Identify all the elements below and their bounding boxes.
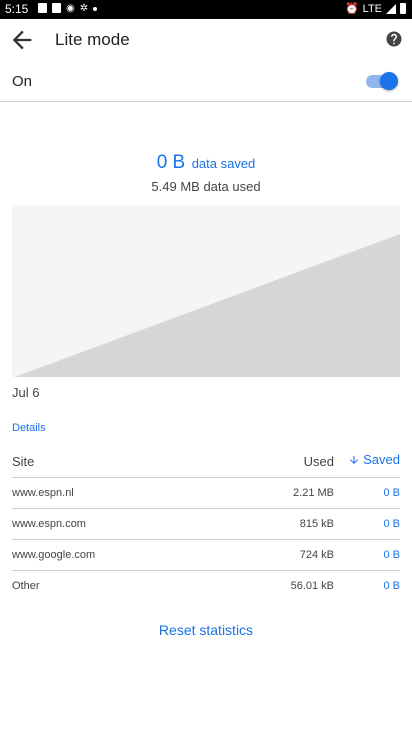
alarm-icon: ⏰ bbox=[344, 3, 359, 15]
row-used: 815 kB bbox=[299, 518, 334, 530]
notification-icons: ◉ ✲ bbox=[38, 3, 98, 14]
row-saved: 0 B bbox=[383, 580, 400, 592]
settings-icon: ✲ bbox=[79, 3, 89, 14]
lite-mode-switch[interactable] bbox=[364, 72, 398, 90]
row-site: www.espn.com bbox=[12, 518, 86, 530]
row-used: 724 kB bbox=[299, 549, 334, 561]
divider bbox=[0, 101, 412, 102]
table-row: Other 56.01 kB 0 B bbox=[0, 571, 412, 602]
reset-statistics-button[interactable]: Reset statistics bbox=[159, 622, 253, 638]
status-bar: 5:15 ◉ ✲ ⏰ LTE bbox=[0, 0, 412, 19]
row-used: 56.01 kB bbox=[290, 580, 334, 592]
calendar-icon bbox=[38, 3, 47, 13]
help-circle-icon bbox=[386, 31, 402, 47]
reset-row: Reset statistics bbox=[0, 622, 412, 640]
data-used-summary: 5.49 MB data used bbox=[151, 179, 261, 194]
back-button[interactable] bbox=[8, 26, 36, 54]
row-saved: 0 B bbox=[383, 549, 400, 561]
page-title: Lite mode bbox=[55, 30, 130, 49]
switch-thumb bbox=[380, 72, 398, 90]
header-saved: Saved bbox=[363, 452, 400, 467]
arrow-down-icon bbox=[350, 455, 359, 464]
network-type: LTE bbox=[362, 2, 382, 15]
row-saved: 0 B bbox=[383, 518, 400, 530]
sort-saved-button[interactable]: Saved bbox=[348, 452, 400, 467]
row-site: www.google.com bbox=[12, 549, 96, 561]
chrome-icon: ◉ bbox=[66, 3, 75, 14]
help-button[interactable] bbox=[385, 30, 403, 48]
toggle-label: On bbox=[12, 73, 33, 90]
table-header: Site Used Saved bbox=[0, 446, 412, 476]
status-time: 5:15 bbox=[5, 2, 29, 16]
table-row: www.espn.com 815 kB 0 B bbox=[0, 509, 412, 540]
header-used: Used bbox=[303, 454, 334, 469]
row-site: www.espn.nl bbox=[12, 487, 74, 499]
battery-icon bbox=[400, 3, 406, 14]
row-saved: 0 B bbox=[383, 487, 400, 499]
saved-label: data saved bbox=[191, 156, 256, 171]
system-icons: ⏰ LTE bbox=[345, 2, 406, 15]
row-site: Other bbox=[12, 580, 40, 592]
dot-icon bbox=[93, 7, 98, 11]
site-usage-table: Site Used Saved www.espn.nl 2.21 MB 0 B … bbox=[0, 446, 412, 592]
table-row: www.espn.nl 2.21 MB 0 B bbox=[0, 478, 412, 509]
data-usage-chart bbox=[12, 205, 400, 377]
signal-icon bbox=[386, 3, 396, 14]
arrow-back-icon bbox=[12, 30, 32, 50]
chart-start-date: Jul 6 bbox=[12, 385, 40, 400]
data-saved-summary: 0 B data saved bbox=[0, 152, 412, 174]
sim-card-icon bbox=[52, 3, 61, 13]
saved-amount: 0 B bbox=[156, 152, 186, 173]
details-link[interactable]: Details bbox=[12, 422, 46, 434]
table-row: www.google.com 724 kB 0 B bbox=[0, 540, 412, 571]
app-bar: Lite mode bbox=[0, 19, 412, 61]
lite-mode-toggle-row: On bbox=[0, 61, 412, 101]
row-used: 2.21 MB bbox=[293, 487, 334, 499]
header-site: Site bbox=[12, 454, 35, 469]
